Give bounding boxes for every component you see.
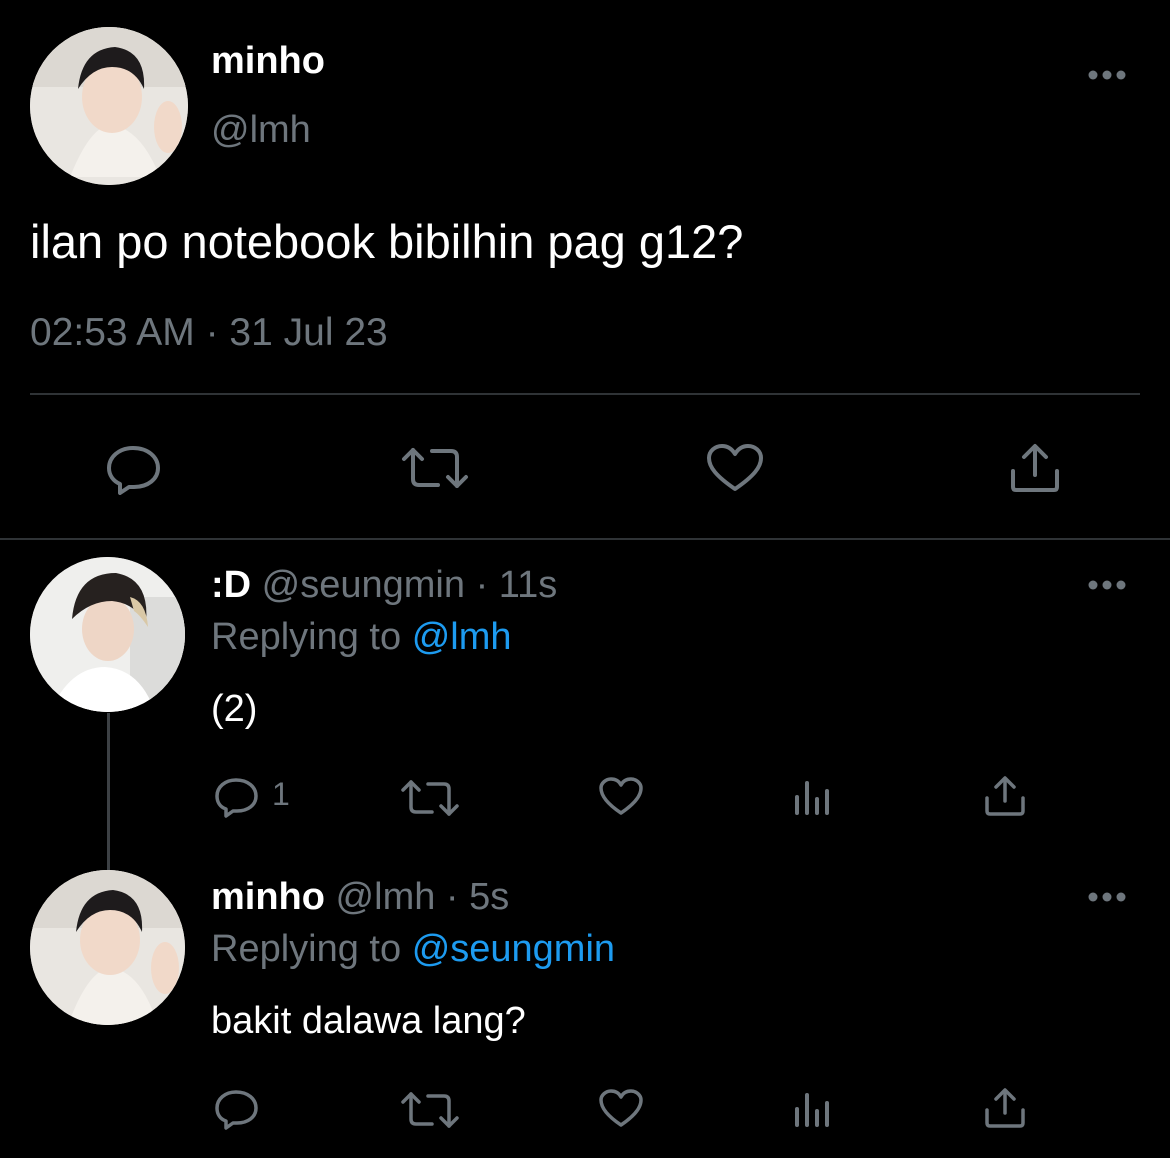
reply-bubble-icon[interactable] <box>214 776 260 818</box>
replying-to-label: Replying to <box>211 616 402 658</box>
more-dots-icon[interactable] <box>1087 578 1127 592</box>
author-handle[interactable]: @lmh <box>211 109 311 152</box>
analytics-icon[interactable] <box>793 1091 833 1129</box>
share-icon[interactable] <box>983 1087 1027 1129</box>
reply-bubble-icon[interactable] <box>214 1088 260 1130</box>
heart-icon[interactable] <box>598 1088 644 1128</box>
tweet-text: ilan po notebook bibilhin pag g12? <box>30 215 744 268</box>
avatar[interactable] <box>30 557 185 712</box>
replying-to: Replying to @lmh <box>211 616 512 659</box>
tweet-text: (2) <box>211 688 258 730</box>
tweet-text: bakit dalawa lang? <box>211 1000 526 1042</box>
heart-icon[interactable] <box>706 443 764 493</box>
thread-line <box>107 713 110 870</box>
author-handle[interactable]: @seungmin <box>262 564 465 606</box>
replying-to-mention[interactable]: @lmh <box>412 616 512 658</box>
section-divider <box>0 538 1170 540</box>
author-name[interactable]: :D <box>211 564 251 606</box>
replying-to-label: Replying to <box>211 928 402 970</box>
reply-count: 1 <box>272 776 290 812</box>
more-dots-icon[interactable] <box>1087 68 1127 82</box>
avatar[interactable] <box>30 870 185 1025</box>
share-icon[interactable] <box>983 775 1027 817</box>
retweet-icon[interactable] <box>400 779 460 817</box>
analytics-icon[interactable] <box>793 779 833 817</box>
replying-to: Replying to @seungmin <box>211 928 615 971</box>
author-name[interactable]: minho <box>211 876 325 918</box>
reply-header: :D @seungmin · 11s <box>211 564 557 607</box>
author-handle[interactable]: @lmh <box>336 876 436 918</box>
divider <box>30 393 1140 395</box>
share-icon[interactable] <box>1008 443 1062 493</box>
tweet-timestamp[interactable]: 02:53 AM · 31 Jul 23 <box>30 311 388 355</box>
replying-to-mention[interactable]: @seungmin <box>412 928 615 970</box>
reply-time[interactable]: · 5s <box>446 876 509 918</box>
retweet-icon[interactable] <box>400 445 470 491</box>
reply-header: minho @lmh · 5s <box>211 876 509 919</box>
heart-icon[interactable] <box>598 776 644 816</box>
reply-bubble-icon[interactable] <box>106 443 162 495</box>
author-name[interactable]: minho <box>211 40 325 83</box>
retweet-icon[interactable] <box>400 1091 460 1129</box>
more-dots-icon[interactable] <box>1087 890 1127 904</box>
avatar[interactable] <box>30 27 188 185</box>
reply-time[interactable]: · 11s <box>476 564 558 606</box>
